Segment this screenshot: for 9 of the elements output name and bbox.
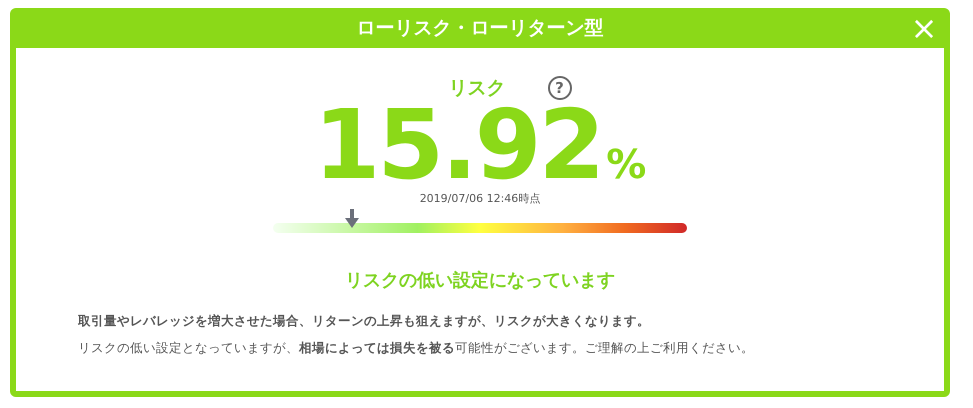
dialog-title: ローリスク・ローリターン型: [356, 16, 604, 41]
description-text: リスクの低い設定となっていますが、相場によっては損失を被る可能性がございます。ご理解の上ご利用ください。: [78, 338, 755, 357]
risk-value: 15.92: [314, 104, 602, 184]
percent-unit: %: [606, 144, 646, 184]
status-heading: リスクの低い設定になっています: [345, 269, 615, 293]
timestamp: 2019/07/06 12:46時点: [420, 190, 540, 206]
help-button[interactable]: ?: [548, 76, 572, 100]
risk-label: リスク: [448, 76, 506, 101]
description-text: 取引量やレバレッジを増大させた場合、リターンの上昇も狙えますが、リスクが大きくなります。: [78, 312, 651, 330]
